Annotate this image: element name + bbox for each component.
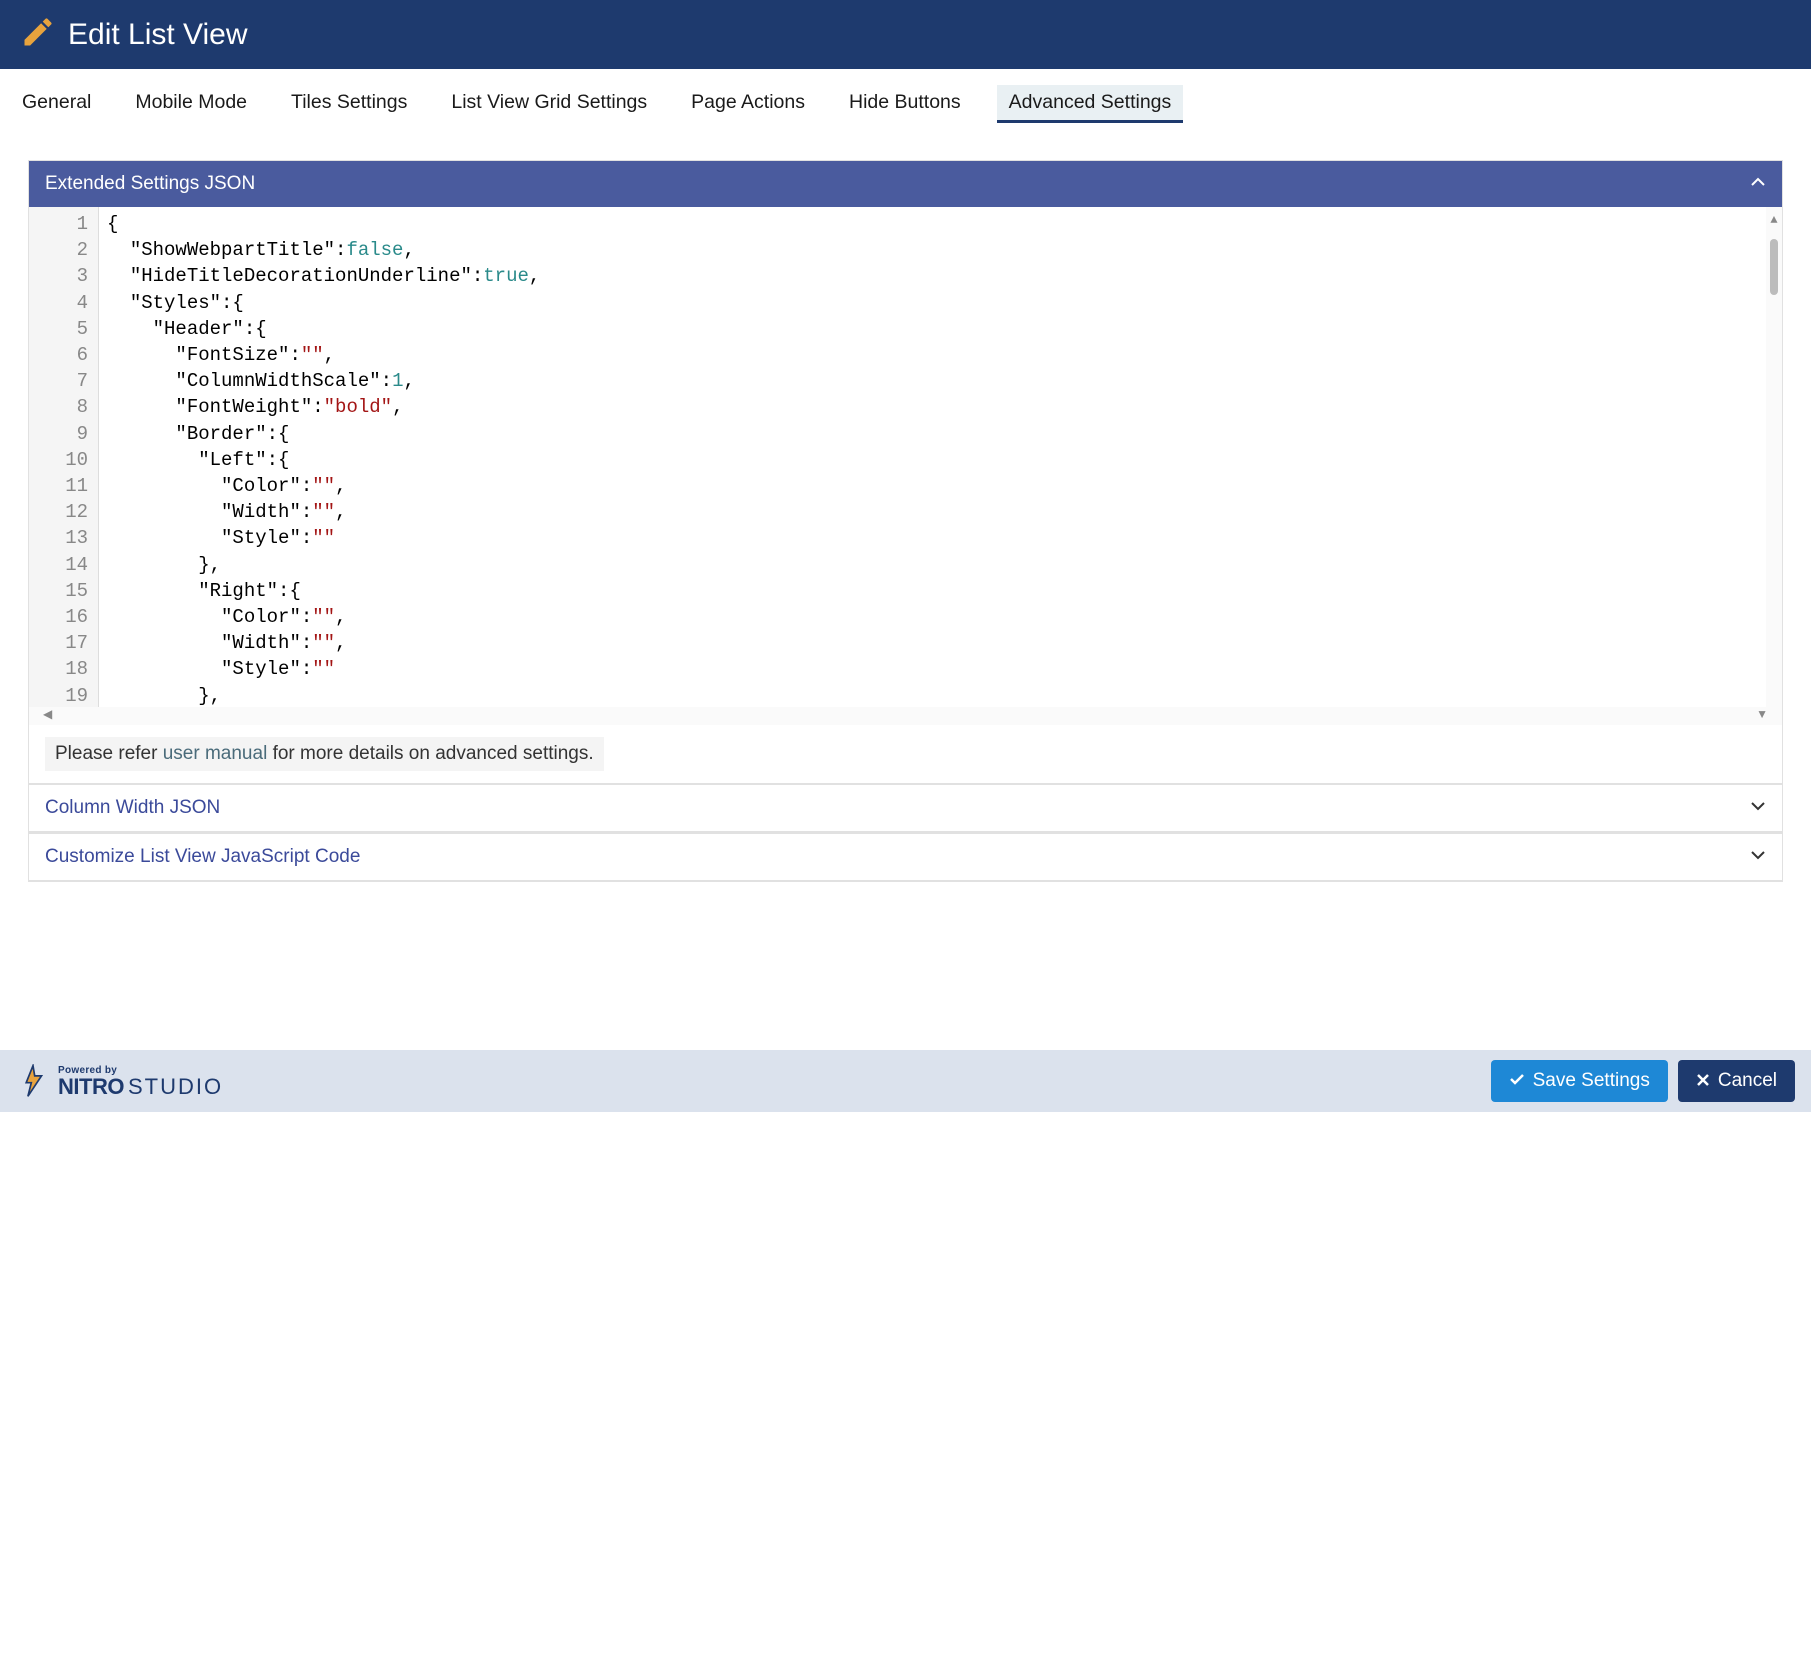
cancel-button[interactable]: Cancel — [1678, 1060, 1795, 1102]
scroll-up-icon[interactable]: ▲ — [1770, 207, 1777, 233]
brand-sub: STUDIO — [128, 1074, 223, 1099]
panel-customize-js: Customize List View JavaScript Code — [28, 833, 1783, 882]
save-label: Save Settings — [1533, 1070, 1650, 1092]
footer-bar: Powered by NITROSTUDIO Save Settings Can… — [0, 1050, 1811, 1112]
panel-column-width: Column Width JSON — [28, 784, 1783, 833]
json-editor[interactable]: 1 2 3 4 5 6 7 8 9 10 11 12 13 14 15 16 1… — [29, 207, 1782, 707]
check-icon — [1509, 1071, 1525, 1092]
tab-hide-buttons[interactable]: Hide Buttons — [841, 85, 969, 123]
panel-title: Column Width JSON — [45, 797, 220, 819]
editor-gutter: 1 2 3 4 5 6 7 8 9 10 11 12 13 14 15 16 1… — [29, 207, 99, 707]
tab-general[interactable]: General — [14, 85, 99, 123]
page-header: Edit List View — [0, 0, 1811, 69]
brand-text: NITROSTUDIO — [58, 1076, 223, 1098]
close-icon — [1696, 1071, 1710, 1092]
panel-title: Customize List View JavaScript Code — [45, 846, 360, 868]
chevron-up-icon — [1750, 174, 1766, 195]
nitro-logo-icon — [16, 1064, 50, 1098]
brand-main: NITRO — [58, 1074, 124, 1099]
help-prefix: Please refer — [55, 743, 163, 764]
scrollbar-horizontal[interactable]: ◀ ▼ — [29, 707, 1782, 725]
panel-header-column-width[interactable]: Column Width JSON — [29, 785, 1782, 832]
tab-tiles-settings[interactable]: Tiles Settings — [283, 85, 415, 123]
panel-header-extended[interactable]: Extended Settings JSON — [29, 161, 1782, 207]
user-manual-link[interactable]: user manual — [163, 743, 268, 764]
save-settings-button[interactable]: Save Settings — [1491, 1060, 1668, 1102]
brand-logo: Powered by NITROSTUDIO — [16, 1064, 223, 1098]
tab-list-view-grid-settings[interactable]: List View Grid Settings — [443, 85, 655, 123]
tab-mobile-mode[interactable]: Mobile Mode — [127, 85, 255, 123]
tab-advanced-settings[interactable]: Advanced Settings — [997, 85, 1184, 123]
pencil-icon — [20, 14, 56, 55]
editor-code[interactable]: { "ShowWebpartTitle":false, "HideTitleDe… — [99, 207, 1782, 707]
panel-extended-settings: Extended Settings JSON 1 2 3 4 5 6 7 8 9… — [28, 160, 1783, 784]
help-row: Please refer user manual for more detail… — [29, 725, 1782, 783]
panel-title: Extended Settings JSON — [45, 173, 255, 195]
scroll-thumb[interactable] — [1770, 239, 1778, 295]
scrollbar-vertical[interactable]: ▲ — [1766, 207, 1782, 707]
tab-page-actions[interactable]: Page Actions — [683, 85, 813, 123]
help-text: Please refer user manual for more detail… — [45, 737, 604, 771]
help-suffix: for more details on advanced settings. — [267, 743, 593, 764]
page-title: Edit List View — [68, 18, 248, 52]
content-area: Extended Settings JSON 1 2 3 4 5 6 7 8 9… — [0, 132, 1811, 910]
cancel-label: Cancel — [1718, 1070, 1777, 1092]
chevron-down-icon — [1750, 798, 1766, 819]
scroll-right-icon[interactable]: ▼ — [1756, 707, 1768, 725]
panel-header-customize-js[interactable]: Customize List View JavaScript Code — [29, 834, 1782, 881]
tab-bar: General Mobile Mode Tiles Settings List Vie… — [0, 69, 1811, 132]
chevron-down-icon — [1750, 847, 1766, 868]
scroll-left-icon[interactable]: ◀ — [43, 707, 52, 725]
